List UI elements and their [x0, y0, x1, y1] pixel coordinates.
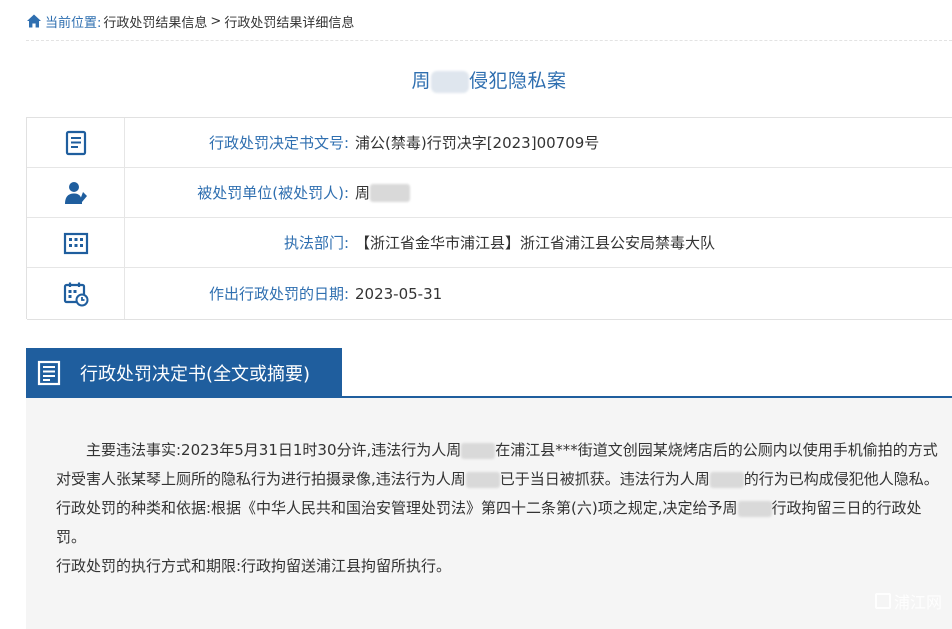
redacted-name: [461, 442, 496, 459]
site-watermark: 浦江网: [874, 589, 942, 613]
info-row-decision-date: 作出行政处罚的日期: 2023-05-31: [27, 268, 952, 320]
info-row-enforcement-dept: 执法部门: 【浙江省金华市浦江县】浙江省浦江县公安局禁毒大队: [27, 218, 952, 268]
decision-content: 主要违法事实:2023年5月31日1时30分许,违法行为人周 在浦江县***街道文…: [26, 398, 952, 629]
decision-paragraph-facts: 主要违法事实:2023年5月31日1时30分许,违法行为人周 在浦江县***街道文…: [56, 436, 940, 494]
section-tab: 行政处罚决定书(全文或摘要): [26, 348, 342, 398]
title-prefix: 周: [411, 70, 431, 92]
section-header: 行政处罚决定书(全文或摘要): [26, 348, 952, 398]
redacted-name: [465, 471, 500, 488]
info-value: 【浙江省金华市浦江县】浙江省浦江县公安局禁毒大队: [355, 234, 716, 252]
redacted-name: [370, 183, 411, 202]
building-icon: [63, 232, 88, 254]
breadcrumb-item-result-info[interactable]: 行政处罚结果信息: [103, 12, 207, 31]
watermark-text: 浦江网: [893, 593, 942, 612]
basis-text-1: 行政处罚的种类和依据:根据《中华人民共和国治安管理处罚法》第四十二条第(六)项之…: [56, 499, 738, 517]
info-value: 周: [349, 168, 411, 217]
document-text-icon: [37, 360, 61, 386]
breadcrumb: 当前位置: 行政处罚结果信息 > 行政处罚结果详细信息: [26, 11, 354, 31]
decision-paragraph-execution: 行政处罚的执行方式和期限:行政拘留送浦江县拘留所执行。: [56, 557, 452, 575]
redacted-name: [737, 500, 772, 517]
page-title: 周 侵犯隐私案: [26, 66, 952, 93]
info-label: 被处罚单位(被处罚人):: [197, 184, 349, 202]
penalized-name: 周: [355, 184, 371, 202]
section-title: 行政处罚决定书(全文或摘要): [80, 364, 311, 385]
facts-text-4: 的行为已构成侵犯他人隐私。: [743, 470, 939, 488]
info-row-decision-number: 行政处罚决定书文号: 浦公(禁毒)行罚决字[2023]00709号: [27, 118, 952, 168]
decision-paragraph-basis: 行政处罚的种类和依据:根据《中华人民共和国治安管理处罚法》第四十二条第(六)项之…: [56, 494, 940, 552]
person-icon: [64, 181, 87, 204]
redacted-name: [709, 471, 744, 488]
redacted-name: [431, 70, 469, 93]
breadcrumb-current-label: 当前位置:: [45, 15, 102, 31]
info-label: 作出行政处罚的日期:: [208, 285, 349, 303]
document-icon: [65, 130, 86, 155]
calendar-clock-icon: [63, 282, 88, 306]
facts-text-3: 已于当日被抓获。违法行为人周: [499, 470, 710, 488]
watermark-logo-icon: [874, 593, 891, 609]
facts-text-1: 主要违法事实:2023年5月31日1时30分许,违法行为人周: [86, 441, 462, 459]
info-value: 浦公(禁毒)行罚决字[2023]00709号: [355, 134, 600, 152]
info-table: 行政处罚决定书文号: 浦公(禁毒)行罚决字[2023]00709号 被处罚单位(…: [26, 117, 952, 320]
info-label: 行政处罚决定书文号:: [208, 134, 349, 152]
breadcrumb-item-result-detail: 行政处罚结果详细信息: [224, 15, 355, 31]
title-suffix: 侵犯隐私案: [469, 70, 567, 92]
home-icon: [27, 14, 41, 28]
info-row-penalized-party: 被处罚单位(被处罚人): 周: [27, 168, 952, 218]
info-value: 2023-05-31: [355, 284, 443, 303]
breadcrumb-separator: >: [210, 13, 222, 29]
divider: [26, 40, 952, 41]
info-label: 执法部门:: [283, 234, 349, 252]
